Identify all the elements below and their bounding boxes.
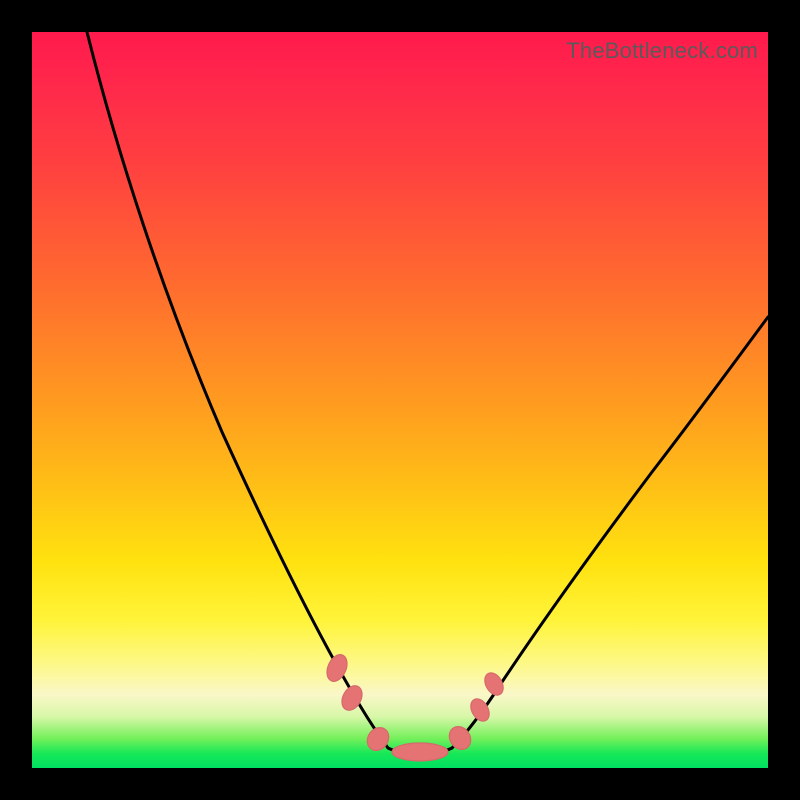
marker-blob [481, 670, 507, 699]
marker-blob [392, 743, 448, 761]
floor-markers [323, 652, 507, 761]
bottleneck-curve [32, 32, 768, 768]
chart-frame: TheBottleneck.com [0, 0, 800, 800]
curve-left [87, 32, 388, 748]
marker-blob [323, 652, 351, 685]
plot-area: TheBottleneck.com [32, 32, 768, 768]
